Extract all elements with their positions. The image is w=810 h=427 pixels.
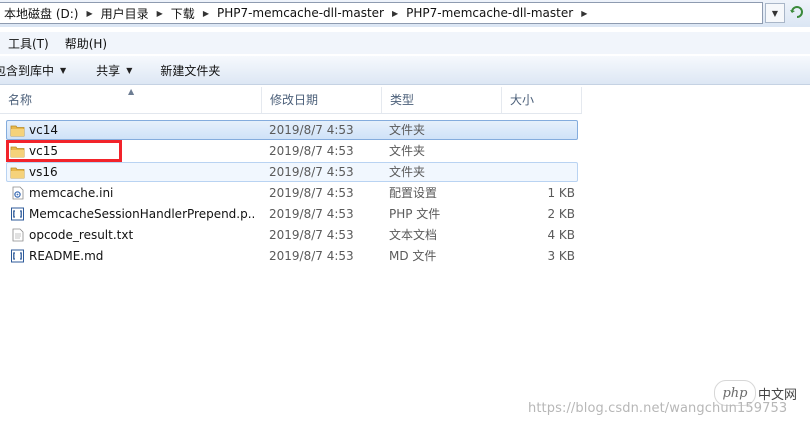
- file-row[interactable]: vs16 2019/8/7 4:53 文件夹: [6, 162, 578, 182]
- file-type: 文本文档: [389, 228, 438, 242]
- refresh-button[interactable]: [786, 3, 808, 21]
- file-size: [499, 142, 575, 160]
- file-type: 文件夹: [389, 144, 426, 158]
- file-name: vs16: [29, 165, 58, 179]
- file-name: opcode_result.txt: [29, 228, 134, 242]
- file-name: MemcacheSessionHandlerPrepend.p...: [29, 207, 254, 221]
- file-row[interactable]: MemcacheSessionHandlerPrepend.p... 2019/…: [6, 204, 578, 224]
- column-header-date[interactable]: 修改日期: [262, 87, 382, 113]
- refresh-icon: [790, 6, 803, 18]
- watermark-url: https://blog.csdn.net/wangchun159753: [528, 401, 788, 416]
- include-in-library-label: 包含到库中: [0, 63, 55, 78]
- file-size: [499, 163, 575, 181]
- breadcrumb-arrow-icon[interactable]: ▶: [84, 9, 96, 18]
- command-toolbar: 包含到库中 ▼ 共享 ▼ 新建文件夹: [0, 56, 810, 85]
- column-header-size[interactable]: 大小: [502, 87, 582, 113]
- breadcrumb-repo[interactable]: PHP7-memcache-dll-master: [213, 6, 390, 20]
- folder-icon: [10, 125, 25, 137]
- file-date: 2019/8/7 4:53: [269, 186, 354, 200]
- file-date: 2019/8/7 4:53: [269, 249, 354, 263]
- code-file-icon: [11, 207, 24, 221]
- red-highlight-box: [6, 140, 122, 162]
- new-folder-button[interactable]: 新建文件夹: [160, 62, 220, 79]
- menu-bar: 工具(T) 帮助(H): [0, 32, 810, 54]
- file-row[interactable]: memcache.ini 2019/8/7 4:53 配置设置 1 KB: [6, 183, 578, 203]
- chevron-down-icon: ▼: [771, 8, 779, 18]
- file-type: PHP 文件: [389, 207, 441, 221]
- file-size: 4 KB: [547, 228, 575, 242]
- file-size: 2 KB: [547, 207, 575, 221]
- code-file-icon: [11, 249, 24, 263]
- breadcrumb-drive[interactable]: 本地磁盘 (D:): [0, 5, 84, 22]
- file-date: 2019/8/7 4:53: [269, 123, 354, 137]
- address-bar: 本地磁盘 (D:) ▶ 用户目录 ▶ 下载 ▶ PHP7-memcache-dl…: [0, 0, 810, 27]
- file-name: vc14: [29, 123, 58, 137]
- file-row[interactable]: README.md 2019/8/7 4:53 MD 文件 3 KB: [6, 246, 578, 266]
- breadcrumb[interactable]: 本地磁盘 (D:) ▶ 用户目录 ▶ 下载 ▶ PHP7-memcache-dl…: [0, 2, 763, 24]
- folder-icon: [10, 167, 25, 179]
- menu-help[interactable]: 帮助(H): [57, 35, 115, 52]
- file-date: 2019/8/7 4:53: [269, 144, 354, 158]
- file-name: README.md: [29, 249, 104, 263]
- include-in-library-button[interactable]: 包含到库中 ▼: [0, 62, 66, 79]
- breadcrumb-user-dir[interactable]: 用户目录: [97, 5, 155, 22]
- file-type: MD 文件: [389, 249, 437, 263]
- column-header-type[interactable]: 类型: [382, 87, 502, 113]
- file-date: 2019/8/7 4:53: [269, 228, 354, 242]
- php-logo-text: php: [722, 385, 748, 401]
- menu-tools[interactable]: 工具(T): [0, 35, 57, 52]
- file-row[interactable]: vc14 2019/8/7 4:53 文件夹: [6, 120, 578, 140]
- breadcrumb-arrow-icon[interactable]: ▶: [155, 9, 167, 18]
- breadcrumb-repo-inner[interactable]: PHP7-memcache-dll-master: [402, 6, 579, 20]
- file-row[interactable]: opcode_result.txt 2019/8/7 4:53 文本文档 4 K…: [6, 225, 578, 245]
- share-label: 共享: [96, 63, 121, 78]
- file-size: 3 KB: [547, 249, 575, 263]
- file-size: 1 KB: [547, 186, 575, 200]
- file-type: 文件夹: [389, 165, 426, 179]
- file-date: 2019/8/7 4:53: [269, 207, 354, 221]
- chevron-down-icon: ▼: [126, 65, 133, 75]
- breadcrumb-downloads[interactable]: 下载: [167, 5, 201, 22]
- file-name: memcache.ini: [29, 186, 114, 200]
- breadcrumb-arrow-icon[interactable]: ▶: [579, 9, 591, 18]
- text-file-icon: [12, 228, 24, 242]
- file-date: 2019/8/7 4:53: [269, 165, 354, 179]
- share-button[interactable]: 共享 ▼: [96, 62, 132, 79]
- chevron-down-icon: ▼: [60, 65, 67, 75]
- file-type: 配置设置: [389, 186, 438, 200]
- config-file-icon: [12, 186, 24, 200]
- column-headers: ▲ 名称 修改日期 类型 大小: [0, 87, 582, 114]
- new-folder-label: 新建文件夹: [160, 63, 221, 78]
- file-size: [499, 121, 575, 139]
- file-type: 文件夹: [389, 123, 426, 137]
- column-header-name[interactable]: 名称: [0, 87, 262, 113]
- address-history-dropdown[interactable]: ▼: [765, 3, 785, 23]
- breadcrumb-arrow-icon[interactable]: ▶: [201, 9, 213, 18]
- breadcrumb-arrow-icon[interactable]: ▶: [390, 9, 402, 18]
